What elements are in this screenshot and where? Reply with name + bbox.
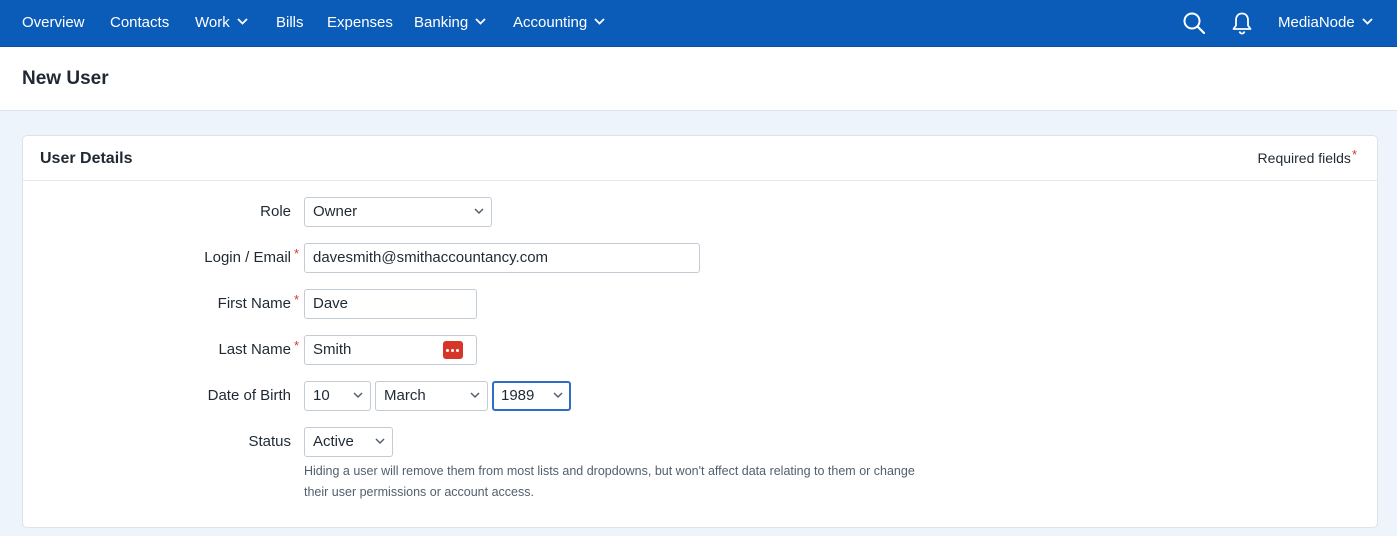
chevron-down-icon [474,208,484,215]
first-name-label-text: First Name [217,295,291,312]
top-navigation: Overview Contacts Work Bills Expenses Ba… [0,0,1397,47]
required-marker: * [293,292,299,307]
email-label: Login / Email * [204,246,299,266]
account-name: MediaNode [1278,14,1355,31]
email-label-text: Login / Email [204,249,291,266]
email-field[interactable]: davesmith@smithaccountancy.com [304,243,700,273]
nav-overview[interactable]: Overview [22,0,85,46]
last-name-field[interactable]: Smith [304,335,477,365]
card-header: User Details Required fields* [23,136,1377,181]
nav-bills[interactable]: Bills [276,0,304,46]
nav-accounting-label: Accounting [513,14,588,31]
status-help-text: Hiding a user will remove them from most… [304,464,915,499]
first-name-label: First Name * [217,292,299,312]
nav-work[interactable]: Work [195,0,248,46]
role-label: Role [260,203,291,220]
search-icon[interactable] [1182,11,1206,35]
role-select[interactable]: Owner [304,197,492,227]
nav-expenses[interactable]: Expenses [327,0,393,46]
dob-day-select[interactable]: 10 [304,381,371,411]
card-title: User Details [40,150,133,167]
first-name-value: Dave [313,295,349,312]
nav-accounting[interactable]: Accounting [513,0,605,46]
email-value: davesmith@smithaccountancy.com [313,249,549,266]
chevron-down-icon [375,438,385,445]
chevron-down-icon [353,392,363,399]
required-note-text: Required fields [1257,150,1351,166]
user-details-card: User Details Required fields* Role Owner… [22,135,1378,528]
bell-icon[interactable] [1230,11,1254,35]
chevron-down-icon [475,18,486,25]
status-select[interactable]: Active [304,427,393,457]
required-marker: * [293,246,299,261]
nav-banking[interactable]: Banking [414,0,486,46]
status-label: Status [248,433,291,450]
nav-banking-label: Banking [414,14,469,31]
status-value: Active [313,433,354,450]
first-name-field[interactable]: Dave [304,289,477,319]
chevron-down-icon [594,18,605,25]
dob-label: Date of Birth [207,387,291,404]
password-manager-icon[interactable] [443,341,463,359]
nav-contacts[interactable]: Contacts [110,0,169,46]
account-menu[interactable]: MediaNode [1278,0,1373,46]
chevron-down-icon [553,392,563,399]
required-fields-note: Required fields* [1258,136,1357,181]
nav-work-label: Work [195,14,230,31]
dob-month-select[interactable]: March [375,381,488,411]
last-name-label: Last Name * [218,338,299,358]
chevron-down-icon [1362,18,1373,25]
page-header: New User [0,47,1397,111]
dob-month-value: March [384,387,426,404]
last-name-label-text: Last Name [218,341,291,358]
dob-year-value: 1989 [501,387,535,404]
role-value: Owner [313,203,358,220]
chevron-down-icon [470,392,480,399]
required-marker: * [1351,147,1357,162]
page-title: New User [22,68,109,89]
last-name-value: Smith [313,341,352,358]
dob-day-value: 10 [313,387,330,404]
dob-year-select[interactable]: 1989 [492,381,571,411]
required-marker: * [293,338,299,353]
chevron-down-icon [237,18,248,25]
